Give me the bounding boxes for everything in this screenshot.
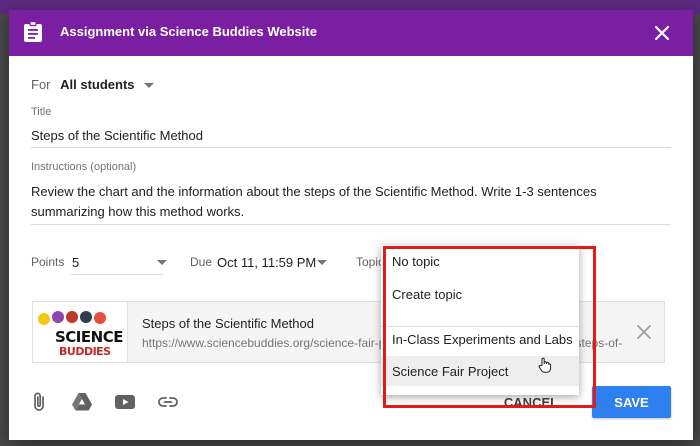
instructions-input[interactable]: Review the chart and the information abo… [31,182,671,222]
topic-label: Topic [356,255,385,269]
title-input[interactable]: Steps of the Scientific Method [31,128,203,143]
chevron-down-icon [144,83,155,89]
points-input[interactable]: 5 [72,255,79,270]
attachment-title: Steps of the Scientific Method [142,316,314,331]
instructions-label: Instructions (optional) [31,161,137,173]
assignment-dialog: Assignment via Science Buddies Website F… [9,10,693,440]
attach-file-icon[interactable] [27,390,51,414]
due-dropdown-icon[interactable] [317,260,327,265]
dialog-title: Assignment via Science Buddies Website [60,24,317,39]
dialog-header: Assignment via Science Buddies Website [9,10,693,56]
remove-attachment-icon[interactable] [634,322,654,342]
highlight-annotation [383,246,596,408]
points-label: Points [31,255,65,269]
for-label: For [31,77,51,92]
assign-to-selector[interactable]: For All students [31,77,155,92]
instructions-underline [31,224,671,225]
save-button[interactable]: SAVE [592,386,671,418]
title-label: Title [31,106,52,118]
close-icon[interactable] [650,21,674,45]
title-underline [31,147,671,148]
google-drive-icon[interactable] [70,390,94,414]
youtube-icon[interactable] [113,390,137,414]
link-icon[interactable] [156,390,180,414]
assignment-icon [24,21,42,42]
points-underline [71,274,163,275]
for-value: All students [60,77,135,92]
science-buddies-logo: SCIENCE BUDDIES [33,302,128,362]
due-date-selector[interactable]: Oct 11, 11:59 PM [217,255,316,270]
points-dropdown-icon[interactable] [157,260,167,265]
due-label: Due [190,255,213,269]
